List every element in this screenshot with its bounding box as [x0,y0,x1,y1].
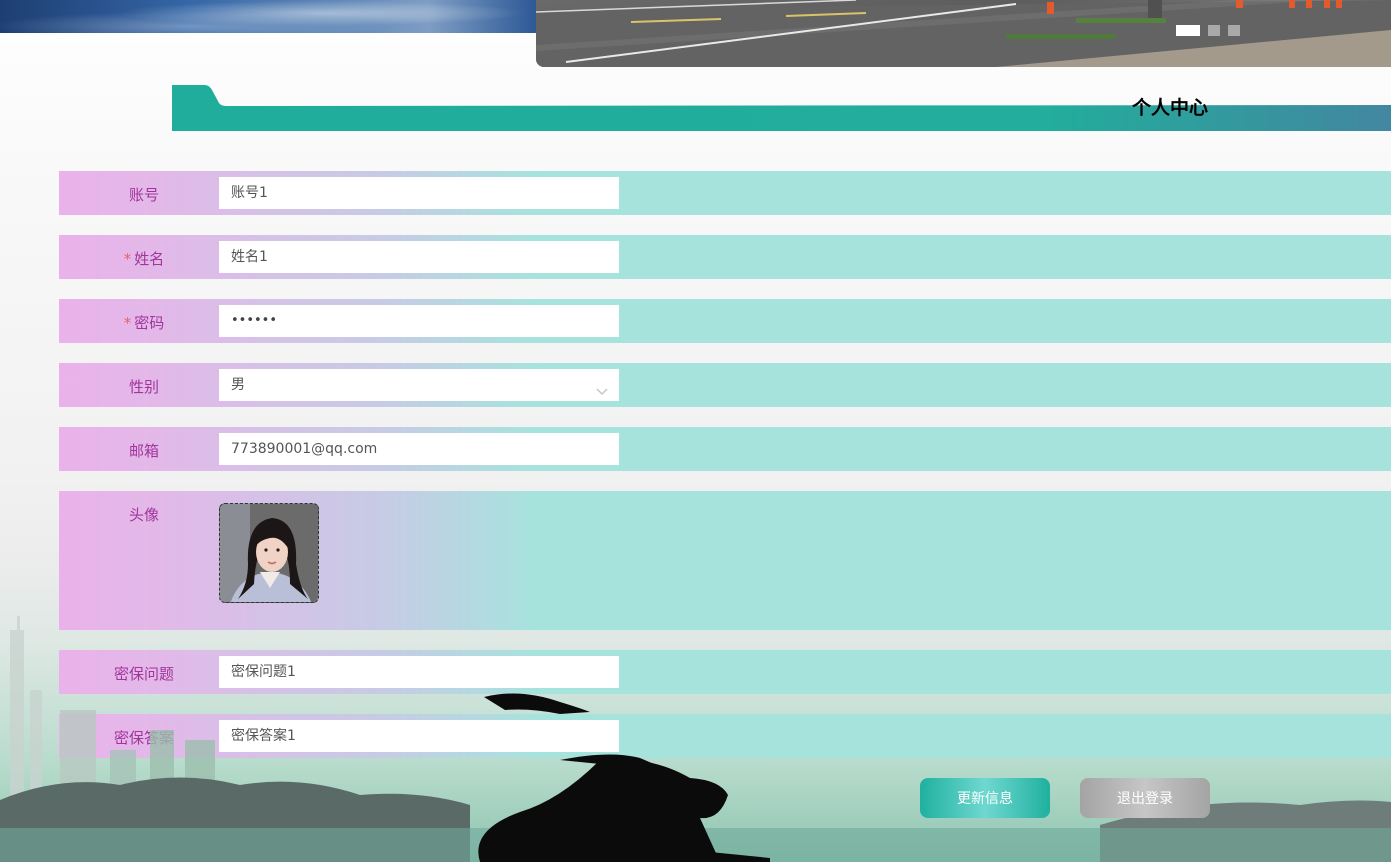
carousel-dot-3[interactable] [1228,25,1240,36]
form-row-account: 账号 账号1 [59,171,1391,215]
gender-select[interactable]: 男 [219,369,619,401]
header-banner-left [0,0,536,33]
security-answer-input[interactable]: 密保答案1 [219,720,619,752]
form-row-name: * 姓名 姓名1 [59,235,1391,279]
security-answer-label: 密保答案 [113,729,174,747]
page-title: 个人中心 [1132,97,1209,119]
logout-button[interactable]: 退出登录 [1080,778,1210,818]
form-row-security-answer: 密保答案 密保答案1 [59,714,1391,758]
avatar-photo [220,504,318,602]
carousel-dot-1[interactable] [1176,25,1200,36]
email-input[interactable]: 773890001@qq.com [219,433,619,465]
form-row-avatar: 头像 [59,491,1391,630]
security-question-label: 密保问题 [113,665,174,683]
carousel-road-image [536,0,1391,67]
form-row-password: * 密码 •••••• [59,299,1391,343]
name-label: * 姓名 [123,250,165,268]
carousel-indicators [1176,25,1240,36]
update-info-button[interactable]: 更新信息 [920,778,1050,818]
form-row-gender: 性别 男 [59,363,1391,407]
title-strip [172,85,1391,131]
carousel-banner [536,0,1391,67]
password-input[interactable]: •••••• [219,305,619,337]
gender-selected-value: 男 [231,377,245,393]
security-question-input[interactable]: 密保问题1 [219,656,619,688]
account-input[interactable]: 账号1 [219,177,619,209]
required-mark: * [123,314,132,332]
chevron-down-icon [596,378,608,410]
gender-label: 性别 [128,378,159,396]
avatar-upload[interactable] [219,503,319,603]
avatar-label: 头像 [128,506,159,524]
form-row-email: 邮箱 773890001@qq.com [59,427,1391,471]
account-label: 账号 [128,186,159,204]
email-label: 邮箱 [128,442,159,460]
required-mark: * [123,250,132,268]
password-label: * 密码 [123,314,165,332]
carousel-dot-2[interactable] [1208,25,1220,36]
form-row-security-question: 密保问题 密保问题1 [59,650,1391,694]
name-input[interactable]: 姓名1 [219,241,619,273]
